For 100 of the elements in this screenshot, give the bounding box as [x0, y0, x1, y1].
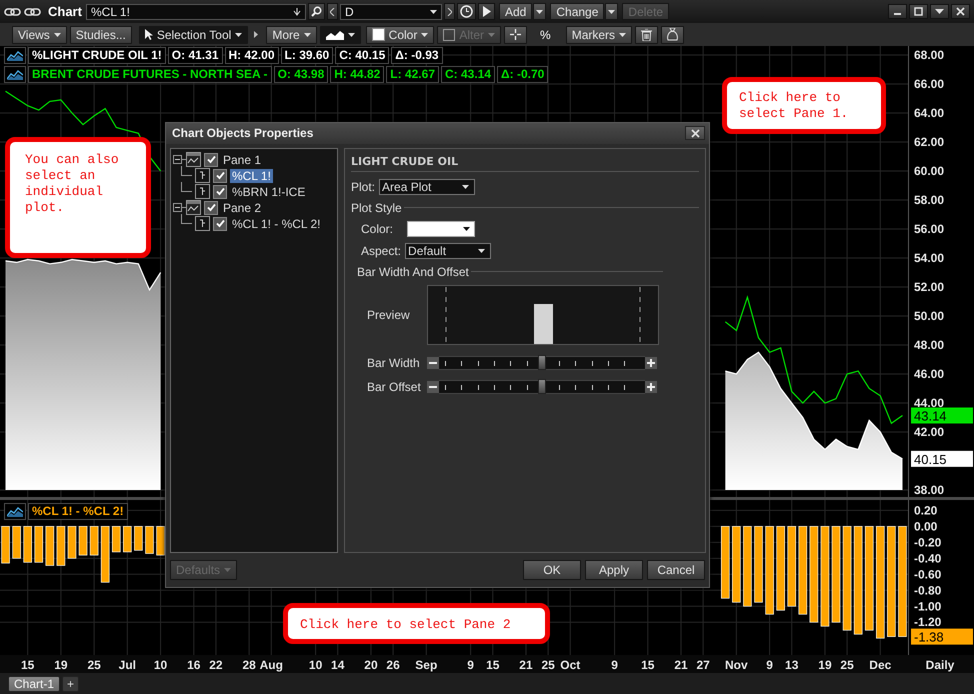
dropdown-button[interactable] — [533, 3, 546, 20]
clock-button[interactable] — [457, 3, 476, 20]
last-value-tag — [911, 450, 973, 467]
pointer-icon — [144, 28, 153, 40]
axis-label: 38.00 — [914, 483, 944, 497]
area-chart-icon — [326, 30, 344, 40]
close-button[interactable] — [685, 126, 705, 140]
dialog-title: Chart Objects Properties — [172, 126, 314, 140]
search-button[interactable] — [308, 3, 325, 20]
legend-value: Δ: -0.70 — [497, 66, 548, 83]
axis-label: Nov — [725, 658, 748, 672]
expander-icon[interactable] — [173, 203, 182, 212]
tree-item[interactable]: %CL 1! — [230, 168, 273, 183]
dialog-button[interactable]: OK — [523, 560, 581, 580]
previous-button[interactable] — [327, 3, 338, 20]
toolbar-button[interactable]: Add — [499, 3, 532, 20]
close-icon — [690, 128, 700, 138]
field-label: Color: — [361, 222, 394, 236]
caret-icon — [608, 10, 616, 14]
last-value-label: -1.38 — [914, 630, 944, 645]
menu-button[interactable] — [930, 4, 949, 19]
symbol-field[interactable]: %CL 1! — [86, 4, 306, 20]
axis-label: 26 — [386, 658, 400, 672]
tree-item[interactable]: %CL 1! - %CL 2! — [230, 216, 322, 231]
expander-icon[interactable] — [173, 155, 182, 164]
checkbox[interactable] — [213, 216, 227, 231]
axis-label: -1.20 — [914, 615, 942, 630]
line-chart-icon — [7, 50, 23, 60]
callout: Click here to select Pane 1. — [722, 77, 886, 134]
axis-label: -0.20 — [914, 535, 942, 550]
axis-label: 0.20 — [914, 503, 938, 518]
axis-label: 16 — [187, 658, 200, 672]
caret-icon — [421, 32, 428, 36]
checkbox[interactable] — [213, 184, 227, 199]
axis-label: 66.00 — [914, 77, 944, 91]
chart-type-dropdown[interactable] — [320, 26, 361, 44]
trash-button[interactable] — [635, 26, 658, 44]
period-field[interactable]: D — [340, 4, 442, 20]
toolbar-button[interactable]: % — [535, 26, 556, 44]
slider-thumb[interactable] — [538, 378, 546, 394]
money-bag-button[interactable] — [661, 26, 684, 44]
bar — [12, 526, 21, 559]
tree-item[interactable]: %BRN 1!-ICE — [230, 184, 308, 199]
caret-icon — [348, 32, 355, 36]
tree-item[interactable]: Pane 1 — [221, 152, 264, 167]
legend-value: O: 43.98 — [274, 66, 328, 83]
axis-label: 52.00 — [914, 280, 944, 294]
minimize-button[interactable] — [888, 4, 907, 19]
close-button[interactable] — [951, 4, 970, 19]
dialog-button[interactable]: Apply — [585, 560, 643, 580]
field-label: Bar Width — [366, 356, 421, 370]
menu-button[interactable]: Markers — [566, 26, 632, 44]
increase-button[interactable] — [645, 356, 657, 369]
legend-value: O: 41.31 — [168, 47, 222, 64]
menu-button[interactable]: Views — [12, 26, 67, 44]
caret-icon — [54, 32, 61, 36]
tool-dropdown[interactable]: Selection Tool — [138, 26, 248, 44]
checkbox[interactable] — [213, 168, 227, 183]
axis-label: 15 — [641, 658, 654, 672]
checkbox[interactable] — [204, 200, 218, 215]
crosshair-button[interactable] — [504, 26, 528, 44]
legend-name: BRENT CRUDE FUTURES - NORTH SEA - — [28, 66, 272, 83]
toolbar-button[interactable]: Change — [550, 3, 604, 20]
axis-label: 9 — [467, 658, 474, 672]
axis-label: 56.00 — [914, 222, 944, 236]
slider-thumb[interactable] — [538, 354, 546, 370]
legend-value: L: 39.60 — [280, 47, 334, 64]
dropdown-button[interactable] — [605, 3, 618, 20]
increase-button[interactable] — [645, 380, 657, 393]
tree-item[interactable]: Pane 2 — [221, 200, 264, 215]
toolbar-button[interactable]: Studies... — [70, 26, 132, 44]
color-dropdown[interactable]: Color — [366, 26, 434, 44]
legend-name: %LIGHT CRUDE OIL 1! — [28, 47, 166, 64]
decrease-button[interactable] — [427, 380, 439, 393]
checkbox[interactable] — [204, 152, 218, 167]
menu-button[interactable]: More — [266, 26, 317, 44]
next-button[interactable] — [444, 3, 455, 20]
color-dropdown[interactable] — [407, 220, 475, 237]
play-button[interactable] — [478, 3, 495, 20]
clock-icon — [460, 5, 473, 18]
window-title: Chart — [48, 4, 83, 19]
maximize-button[interactable] — [909, 4, 928, 19]
aspect-dropdown[interactable]: Default — [405, 242, 492, 259]
down-arrow-icon — [293, 8, 301, 16]
maximize-icon — [914, 7, 923, 16]
axis-label: 27 — [696, 658, 710, 672]
decrease-button[interactable] — [427, 356, 439, 369]
caret-icon — [488, 32, 496, 36]
axis-label: 13 — [785, 658, 798, 672]
close-icon — [956, 7, 965, 16]
group-title: Bar Width And Offset — [357, 264, 469, 279]
plot-dropdown[interactable]: Area Plot — [379, 178, 476, 195]
caret-icon — [235, 32, 242, 36]
new-tab-button[interactable]: + — [62, 676, 80, 692]
axis-label: -0.40 — [914, 551, 942, 566]
chart-tab[interactable]: Chart-1 — [8, 676, 60, 692]
axis-label: 48.00 — [914, 338, 944, 352]
dialog-button[interactable]: Cancel — [647, 560, 705, 580]
plot-icon — [195, 216, 210, 232]
axis-label: -0.60 — [914, 567, 942, 582]
